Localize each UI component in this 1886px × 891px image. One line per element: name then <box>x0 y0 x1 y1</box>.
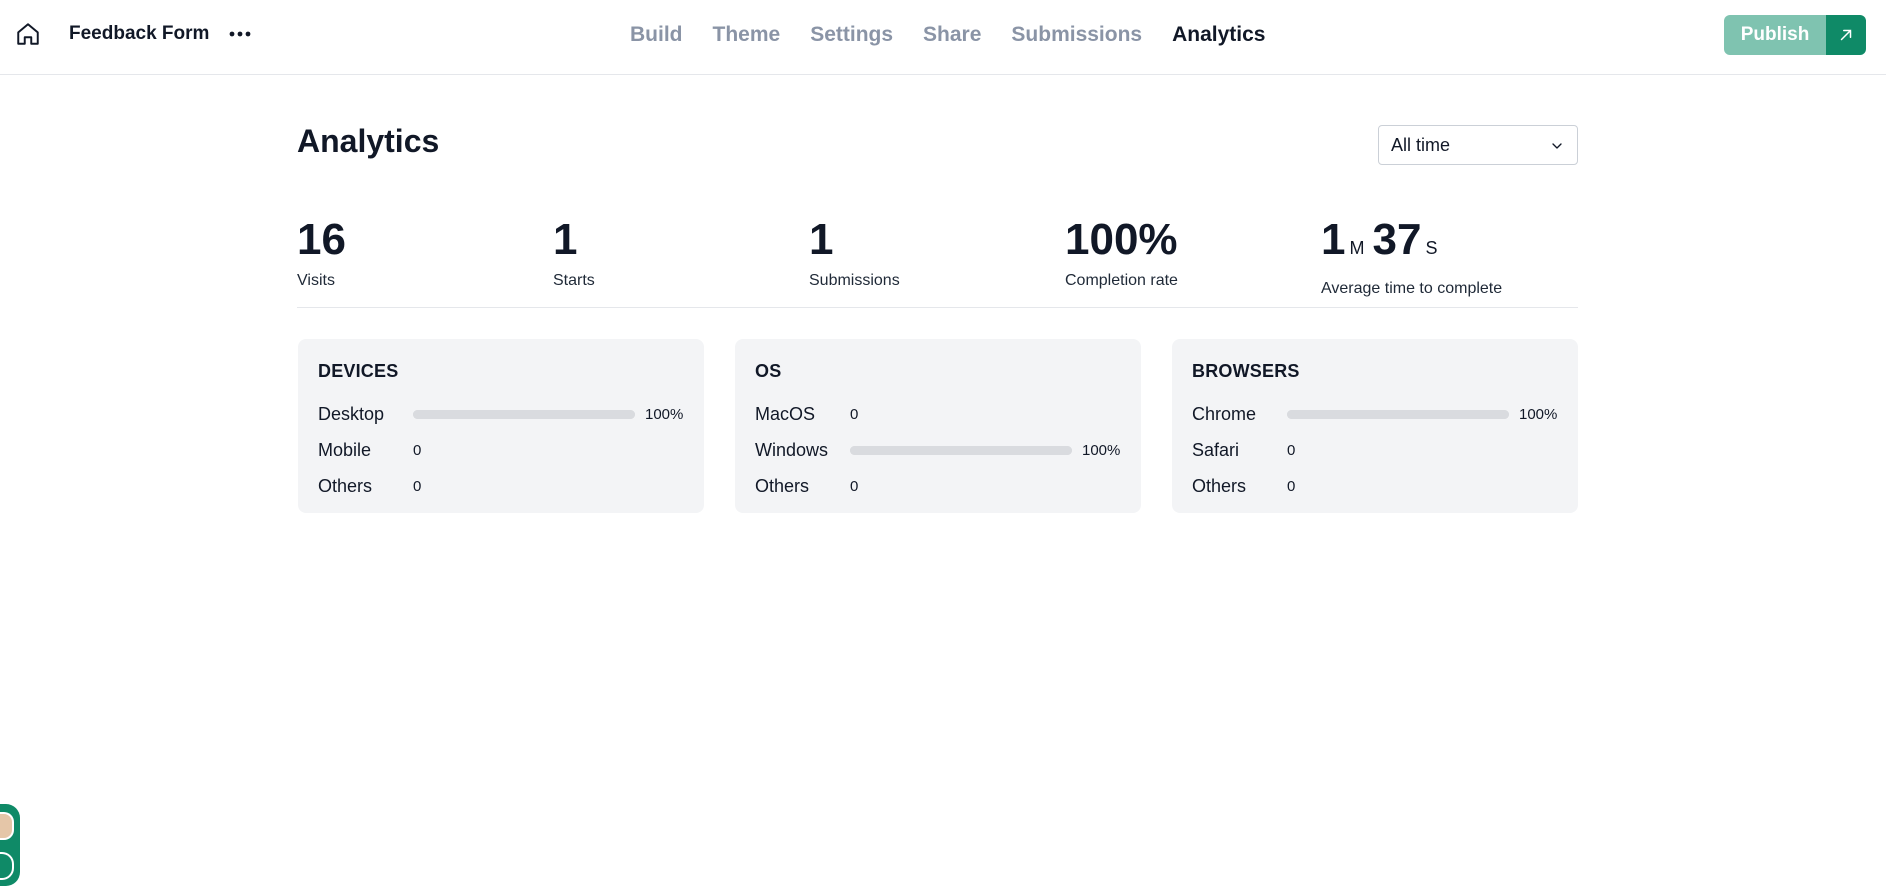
form-title[interactable]: Feedback Form <box>69 23 209 45</box>
row-value: 100% <box>1519 405 1558 423</box>
progress-bar <box>1287 409 1509 419</box>
help-icon[interactable] <box>0 852 14 880</box>
row-value: 0 <box>1287 441 1296 459</box>
stat-minutes-unit: M <box>1349 238 1365 258</box>
more-horizontal-icon <box>229 31 251 37</box>
breakdown-row: Others 0 <box>1192 468 1558 504</box>
stat-completion-rate: 100% Completion rate <box>1065 212 1178 290</box>
progress-bar-fill <box>850 445 1072 455</box>
stat-label: Starts <box>553 272 595 289</box>
stat-seconds-unit: S <box>1425 238 1438 258</box>
card-title: BROWSERS <box>1192 361 1300 381</box>
stat-label: Completion rate <box>1065 272 1178 289</box>
home-icon <box>17 23 39 45</box>
tab-settings[interactable]: Settings <box>810 20 893 50</box>
breakdown-row: MacOS 0 <box>755 396 1121 432</box>
row-value: 100% <box>645 405 684 423</box>
progress-bar <box>850 445 1072 455</box>
publish-group: Publish <box>1724 15 1866 55</box>
row-value: 0 <box>1287 477 1296 495</box>
stat-submissions: 1 Submissions <box>809 212 900 290</box>
row-label: Others <box>755 475 810 496</box>
breakdown-row: Chrome 100% <box>1192 396 1558 432</box>
avatar[interactable] <box>0 812 14 840</box>
tab-analytics[interactable]: Analytics <box>1172 20 1265 50</box>
stat-visits: 16 Visits <box>297 212 346 290</box>
breakdown-row: Mobile 0 <box>318 432 684 468</box>
stat-value: 100% <box>1065 215 1178 264</box>
row-value: 0 <box>850 405 859 423</box>
home-button[interactable] <box>14 20 42 48</box>
breakdown-row: Others 0 <box>318 468 684 504</box>
open-live-form-button[interactable] <box>1826 15 1866 55</box>
progress-bar-fill <box>1287 409 1509 419</box>
row-label: Safari <box>1192 439 1240 460</box>
row-label: Mobile <box>318 439 372 460</box>
os-card: OS MacOS 0 Windows 100% Others 0 <box>735 339 1141 513</box>
arrow-up-right-icon <box>1840 29 1852 41</box>
support-widget[interactable] <box>0 804 20 886</box>
tab-build[interactable]: Build <box>630 20 683 50</box>
publish-button[interactable]: Publish <box>1724 15 1826 55</box>
row-label: Windows <box>755 439 829 460</box>
stat-starts: 1 Starts <box>553 212 595 290</box>
card-title: DEVICES <box>318 361 399 381</box>
browsers-card: BROWSERS Chrome 100% Safari 0 Others 0 <box>1172 339 1578 513</box>
breakdown-row: Windows 100% <box>755 432 1121 468</box>
stat-value: 1 <box>553 215 578 264</box>
breakdown-cards: DEVICES Desktop 100% Mobile 0 Others 0 O… <box>298 339 1578 513</box>
stat-label: Submissions <box>809 272 900 289</box>
row-value: 100% <box>1082 441 1121 459</box>
row-label: Chrome <box>1192 403 1257 424</box>
devices-card: DEVICES Desktop 100% Mobile 0 Others 0 <box>298 339 704 513</box>
breakdown-row: Safari 0 <box>1192 432 1558 468</box>
period-select[interactable]: All time <box>1378 125 1578 165</box>
stat-label: Average time to complete <box>1321 280 1503 297</box>
stat-label: Visits <box>297 272 335 289</box>
tab-submissions[interactable]: Submissions <box>1011 20 1142 50</box>
chevron-down-icon <box>1552 143 1562 149</box>
stat-value: 1 M 37 S <box>1321 212 1502 276</box>
main-nav: Build Theme Settings Share Submissions A… <box>630 20 1295 50</box>
card-title: OS <box>755 361 782 381</box>
row-label: Others <box>318 475 373 496</box>
top-bar: Feedback Form Build Theme Settings Share… <box>0 0 1886 75</box>
row-value: 0 <box>413 477 422 495</box>
breakdown-row: Desktop 100% <box>318 396 684 432</box>
tab-share[interactable]: Share <box>923 20 981 50</box>
row-value: 0 <box>850 477 859 495</box>
row-label: MacOS <box>755 403 816 424</box>
stats-row: 16 Visits 1 Starts 1 Submissions 100% Co… <box>297 212 1578 308</box>
progress-bar-fill <box>413 409 635 419</box>
breakdown-row: Others 0 <box>755 468 1121 504</box>
more-options-button[interactable] <box>226 22 254 46</box>
row-value: 0 <box>413 441 422 459</box>
row-label: Desktop <box>318 403 385 424</box>
stat-value: 16 <box>297 215 346 264</box>
stat-value: 1 <box>809 215 834 264</box>
period-select-value: All time <box>1391 134 1451 155</box>
stat-minutes: 1 <box>1321 215 1346 264</box>
stat-seconds: 37 <box>1372 215 1422 264</box>
page-title: Analytics <box>297 123 440 159</box>
tab-theme[interactable]: Theme <box>713 20 781 50</box>
stat-average-time: 1 M 37 S Average time to complete <box>1321 212 1502 298</box>
progress-bar <box>413 409 635 419</box>
row-label: Others <box>1192 475 1247 496</box>
